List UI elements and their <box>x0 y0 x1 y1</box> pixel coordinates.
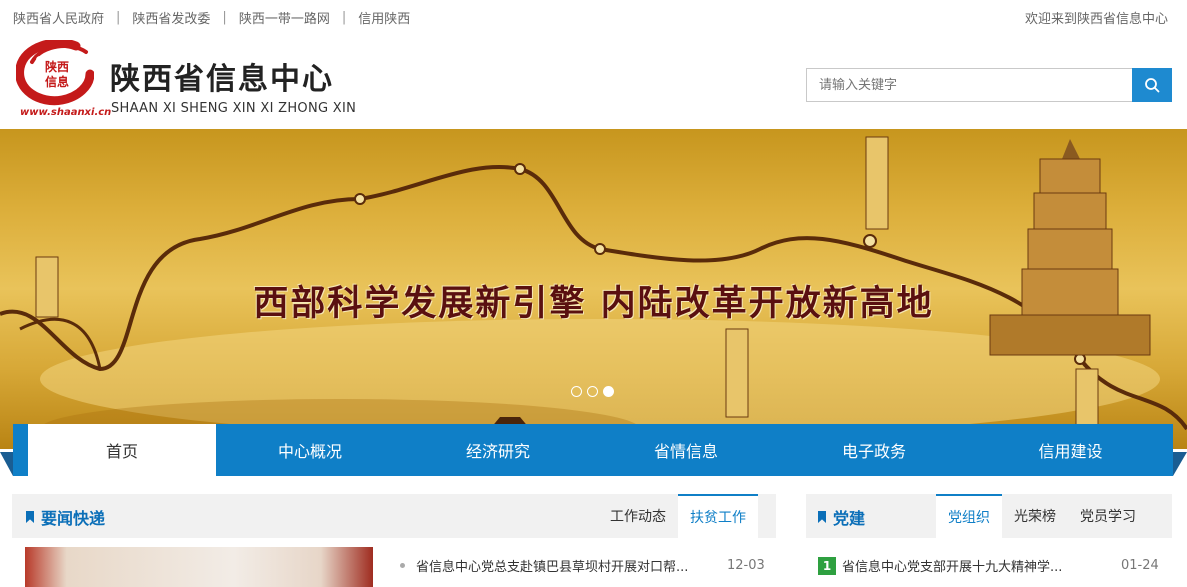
carousel-dot[interactable] <box>571 386 582 397</box>
search-input[interactable] <box>806 68 1132 102</box>
tab-work-updates[interactable]: 工作动态 <box>598 494 678 538</box>
link-separator: | <box>222 10 227 25</box>
nav-home[interactable]: 首页 <box>28 424 216 476</box>
nav-e-government[interactable]: 电子政务 <box>780 424 968 476</box>
link-belt-and-road[interactable]: 陕西一带一路网 <box>239 8 330 27</box>
link-shaanxi-drc[interactable]: 陕西省发改委 <box>132 8 210 27</box>
main-nav: 首页 中心概况 经济研究 省情信息 电子政务 信用建设 <box>13 424 1173 476</box>
tab-party-organization[interactable]: 党组织 <box>936 494 1002 538</box>
search-box <box>806 68 1172 102</box>
carousel-dots <box>571 386 614 397</box>
nav-ribbon-fold-left <box>0 452 13 476</box>
rank-badge: 1 <box>818 556 836 575</box>
nav-ribbon-fold-right <box>1173 452 1187 476</box>
external-links: 陕西省人民政府 | 陕西省发改委 | 陕西一带一路网 | 信用陕西 <box>13 8 410 27</box>
logo-chars-bottom: 信息 <box>45 74 69 89</box>
nav-provincial-info[interactable]: 省情信息 <box>592 424 780 476</box>
hero-banner[interactable]: 西部科学发展新引擎 内陆改革开放新高地 <box>0 129 1187 449</box>
news-panel-title-text: 要闻快递 <box>41 509 106 528</box>
carousel-dot[interactable] <box>587 386 598 397</box>
site-subtitle: SHAAN XI SHENG XIN XI ZHONG XIN <box>111 101 357 116</box>
search-button[interactable] <box>1132 68 1172 102</box>
party-item-date: 01-24 <box>1121 558 1159 573</box>
bookmark-icon <box>26 511 34 523</box>
link-credit-shaanxi[interactable]: 信用陕西 <box>358 8 410 27</box>
nav-credit-construction[interactable]: 信用建设 <box>968 424 1173 476</box>
site-title: 陕西省信息中心 <box>110 62 334 97</box>
welcome-text: 欢迎来到陕西省信息中心 <box>1024 12 1168 27</box>
news-item-date: 12-03 <box>727 558 765 573</box>
party-panel-title: 党建 <box>818 505 865 529</box>
party-tabs: 党组织 光荣榜 党员学习 <box>936 494 1148 538</box>
news-photo[interactable] <box>25 547 373 587</box>
party-item-title[interactable]: 省信息中心党支部开展十九大精神学... <box>842 556 1085 575</box>
logo-chars-top: 陕西 <box>45 59 69 74</box>
bookmark-icon <box>818 511 826 523</box>
banner-slogan: 西部科学发展新引擎 内陆改革开放新高地 <box>253 283 934 324</box>
news-item-title[interactable]: 省信息中心党总支赴镇巴县草坝村开展对口帮... <box>416 556 716 575</box>
tab-honor-roll[interactable]: 光荣榜 <box>1002 494 1068 538</box>
tab-poverty-alleviation[interactable]: 扶贫工作 <box>678 494 758 538</box>
search-icon <box>1145 78 1160 93</box>
news-panel-header: 要闻快递 工作动态 扶贫工作 <box>12 494 776 538</box>
list-item[interactable]: 省信息中心党总支赴镇巴县草坝村开展对口帮... 12-03 <box>400 556 770 575</box>
news-panel-title: 要闻快递 <box>26 505 105 529</box>
party-panel-header: 党建 党组织 光荣榜 党员学习 <box>806 494 1172 538</box>
nav-economic-research[interactable]: 经济研究 <box>404 424 592 476</box>
bullet-icon <box>400 563 405 568</box>
link-shaanxi-government[interactable]: 陕西省人民政府 <box>13 8 104 27</box>
logo-url: www.shaanxi.cn <box>20 107 112 118</box>
link-separator: | <box>341 10 347 25</box>
news-tabs: 工作动态 扶贫工作 <box>598 494 758 538</box>
top-links-bar: 陕西省人民政府 | 陕西省发改委 | 陕西一带一路网 | 信用陕西 欢迎来到陕西… <box>0 0 1187 32</box>
nav-center-overview[interactable]: 中心概况 <box>216 424 404 476</box>
list-item[interactable]: 1 省信息中心党支部开展十九大精神学... 01-24 <box>818 556 1164 575</box>
link-separator: | <box>116 10 121 25</box>
party-panel-title-text: 党建 <box>833 509 866 528</box>
carousel-dot-active[interactable] <box>603 386 614 397</box>
site-logo[interactable]: 陕西 信息 <box>16 40 94 106</box>
tab-member-study[interactable]: 党员学习 <box>1068 494 1148 538</box>
